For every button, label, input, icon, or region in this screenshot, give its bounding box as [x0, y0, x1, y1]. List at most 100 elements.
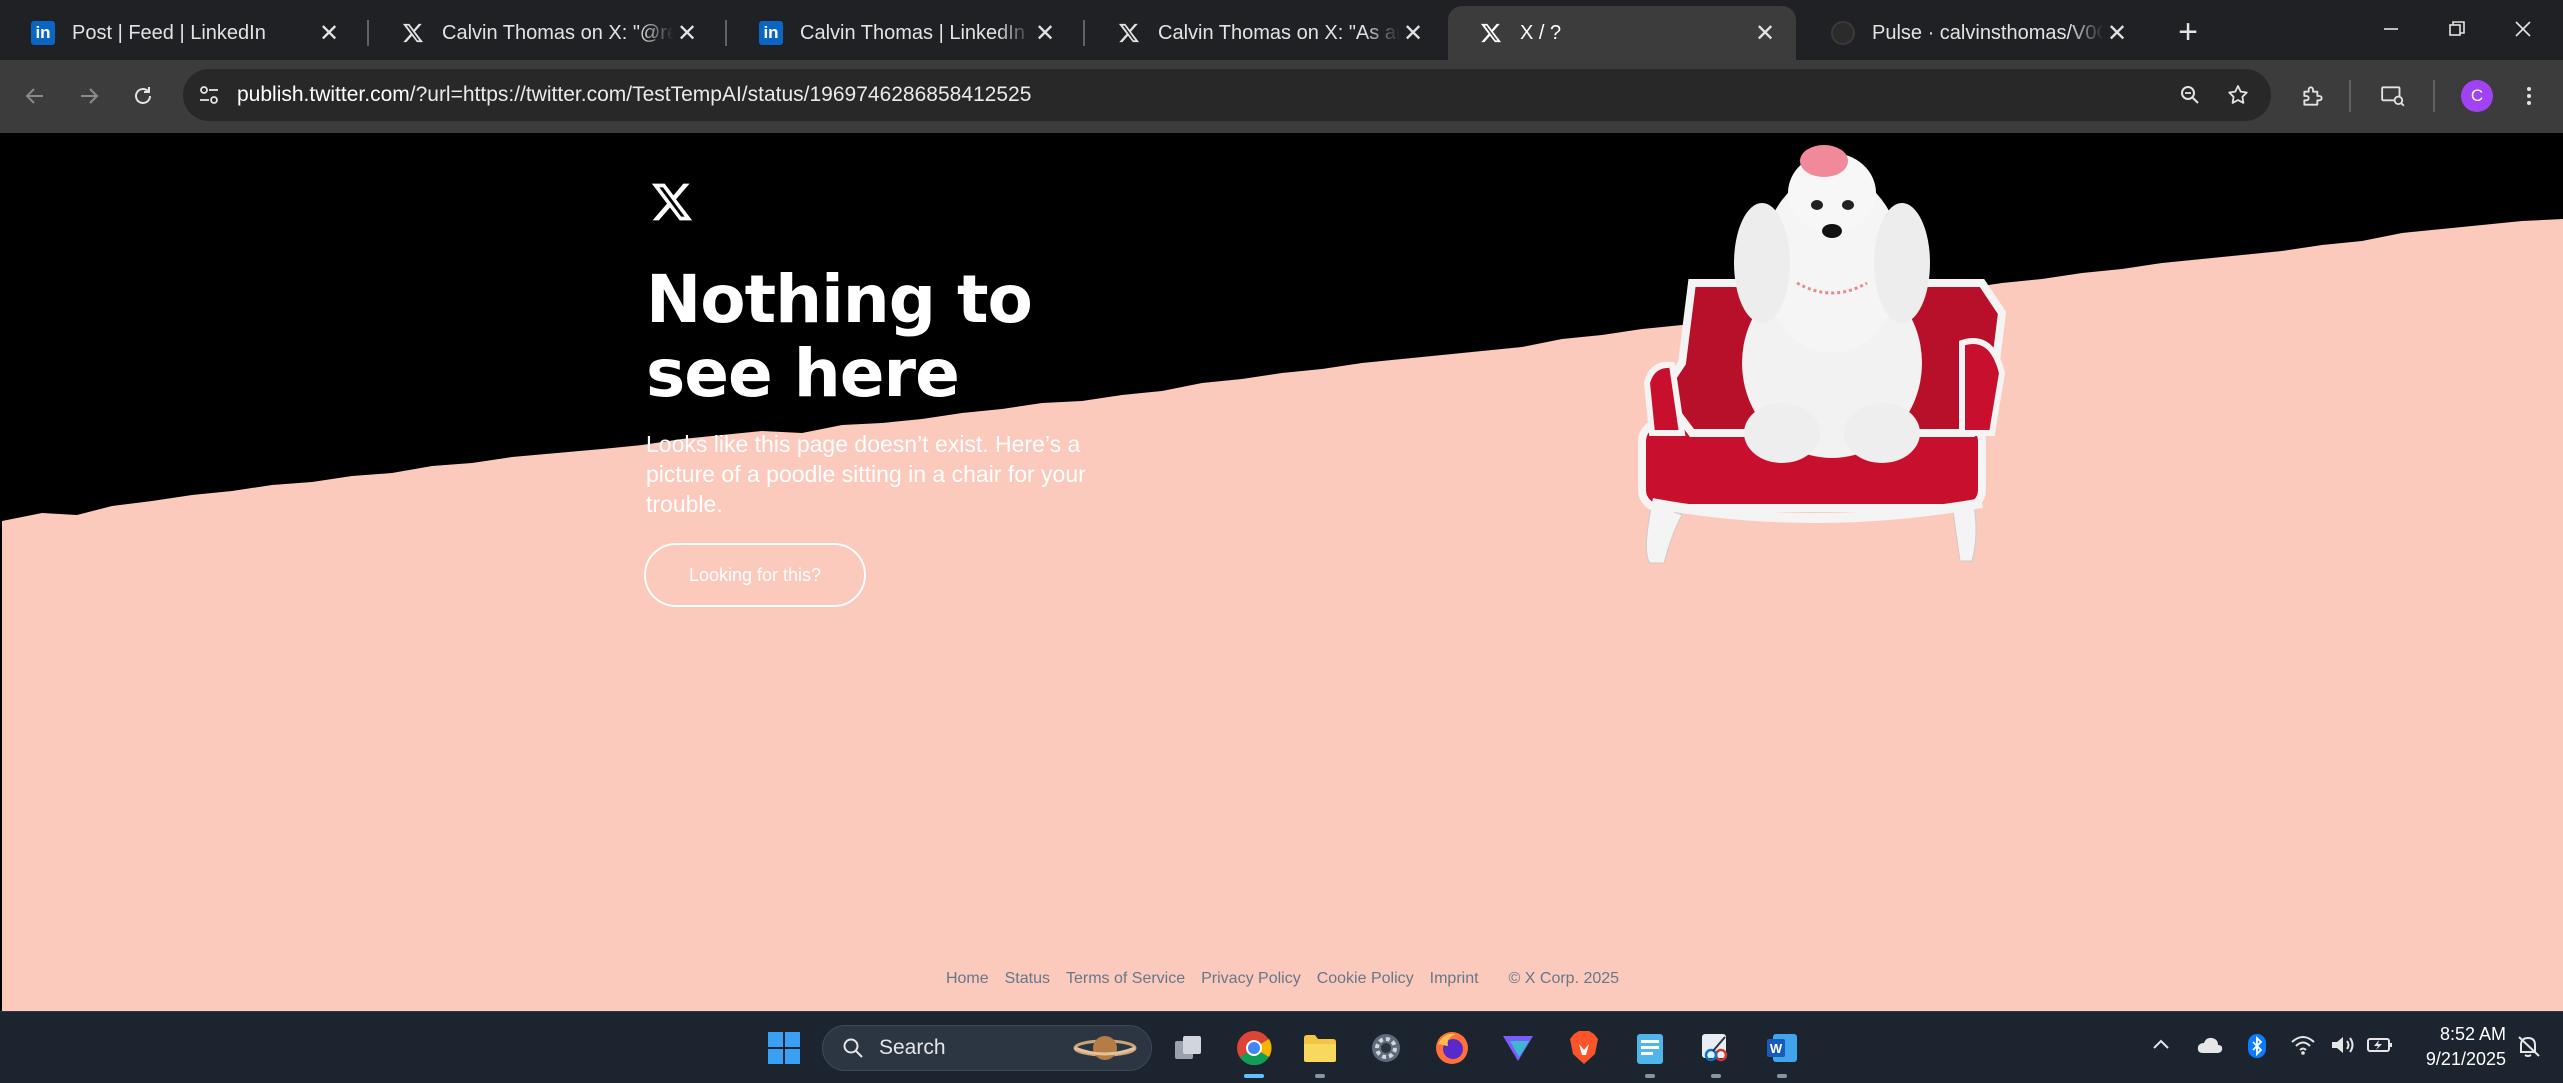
- back-button[interactable]: [13, 74, 57, 118]
- x-icon: [1116, 20, 1142, 46]
- footer-link-privacy[interactable]: Privacy Policy: [1201, 970, 1301, 988]
- tab-x-post-2[interactable]: Calvin Thomas on X: "As an aside ✕: [1086, 6, 1444, 60]
- minimize-icon: [2384, 28, 2398, 30]
- extensions-button[interactable]: [2291, 74, 2335, 118]
- file-explorer-button[interactable]: [1296, 1024, 1344, 1078]
- task-view-button[interactable]: [1164, 1024, 1212, 1072]
- clock[interactable]: 8:52 AM 9/21/2025: [2396, 1022, 2506, 1072]
- settings-button[interactable]: [1362, 1024, 1410, 1072]
- running-indicator: [1711, 1074, 1721, 1078]
- linkedin-icon: in: [758, 20, 784, 46]
- chevron-up-icon: [2153, 1039, 2169, 1049]
- tab-title: Calvin Thomas on X: "@reidhoffman: [442, 21, 674, 44]
- arrow-right-icon: [81, 88, 99, 104]
- close-icon[interactable]: ✕: [316, 20, 342, 47]
- close-icon: [2515, 21, 2531, 37]
- forward-button[interactable]: [67, 74, 111, 118]
- bookmark-button[interactable]: [2216, 73, 2260, 117]
- restore-button[interactable]: [2424, 0, 2490, 58]
- footer-copyright: © X Corp. 2025: [1508, 970, 1620, 987]
- minimize-button[interactable]: [2358, 0, 2424, 58]
- chrome-icon: [1237, 1031, 1272, 1066]
- tab-title: Calvin Thomas | LinkedIn: [800, 21, 1025, 44]
- tab-github-pulse[interactable]: Pulse · calvinsthomas/V0OSSMA ✕: [1800, 6, 2148, 60]
- close-icon[interactable]: ✕: [2104, 20, 2130, 47]
- media-search-button[interactable]: [2371, 74, 2415, 118]
- avatar: C: [2461, 80, 2493, 112]
- battery-button[interactable]: [2366, 1034, 2394, 1062]
- footer-link-terms[interactable]: Terms of Service: [1066, 970, 1185, 988]
- clock-date: 9/21/2025: [2425, 1049, 2506, 1069]
- close-icon[interactable]: ✕: [1032, 20, 1058, 47]
- notepad-button[interactable]: [1626, 1024, 1674, 1078]
- start-button[interactable]: [760, 1024, 808, 1072]
- page-content: Nothing to see here Looks like this page…: [2, 133, 2563, 1011]
- running-indicator: [1645, 1074, 1655, 1078]
- menu-button[interactable]: [2507, 74, 2551, 118]
- zoom-button[interactable]: [2168, 73, 2212, 117]
- looking-for-this-button[interactable]: Looking for this?: [644, 543, 866, 607]
- running-indicator: [1244, 1074, 1264, 1078]
- svg-text:W: W: [1770, 1041, 1783, 1056]
- footer-link-home[interactable]: Home: [946, 970, 989, 988]
- snipping-tool-button[interactable]: [1692, 1024, 1740, 1078]
- tab-separator: [367, 20, 369, 46]
- windows-start-icon: [768, 1032, 800, 1064]
- tune-icon: [200, 86, 218, 104]
- footer-link-status[interactable]: Status: [1005, 970, 1050, 988]
- battery-charging-icon: [2367, 1038, 2392, 1052]
- toolbar-divider: [2433, 80, 2435, 112]
- proton-vpn-button[interactable]: [1494, 1024, 1542, 1072]
- error-message: Looks like this page doesn’t exist. Here…: [646, 431, 1086, 517]
- restore-icon: [2449, 21, 2465, 36]
- close-window-button[interactable]: [2490, 0, 2556, 58]
- address-bar[interactable]: publish.twitter.com/?url=https://twitter…: [183, 69, 2271, 121]
- close-icon[interactable]: ✕: [1752, 20, 1778, 47]
- profile-button[interactable]: C: [2455, 74, 2499, 118]
- close-icon[interactable]: ✕: [674, 20, 700, 47]
- new-tab-button[interactable]: +: [2168, 12, 2208, 52]
- tab-linkedin-profile[interactable]: in Calvin Thomas | LinkedIn ✕: [728, 6, 1076, 60]
- taskbar-search[interactable]: Search: [822, 1025, 1152, 1071]
- saturn-icon: [1073, 1036, 1137, 1060]
- reload-button[interactable]: [121, 74, 165, 118]
- notifications-button[interactable]: [2516, 1034, 2542, 1064]
- firefox-icon: [1436, 1032, 1468, 1064]
- search-placeholder: Search: [879, 1036, 946, 1059]
- notification-bell-icon: [2518, 1036, 2540, 1057]
- tab-x-active[interactable]: X / ? ✕: [1448, 6, 1796, 60]
- firefox-button[interactable]: [1428, 1024, 1476, 1072]
- volume-button[interactable]: [2330, 1034, 2356, 1062]
- footer-link-imprint[interactable]: Imprint: [1430, 970, 1479, 988]
- task-view-icon: [1175, 1036, 1201, 1059]
- tab-title: Post | Feed | LinkedIn: [72, 21, 266, 44]
- bluetooth-icon: [2248, 1034, 2266, 1058]
- network-button[interactable]: [2290, 1034, 2316, 1062]
- tab-x-post-1[interactable]: Calvin Thomas on X: "@reidhoffman ✕: [370, 6, 718, 60]
- github-icon: [1830, 20, 1856, 46]
- file-explorer-icon: [1304, 1035, 1336, 1062]
- bluetooth-button[interactable]: [2246, 1034, 2268, 1064]
- url-text[interactable]: publish.twitter.com/?url=https://twitter…: [237, 69, 1031, 121]
- ground-illustration: [2, 219, 2563, 1011]
- show-hidden-icons-button[interactable]: [2150, 1034, 2172, 1062]
- reload-icon: [135, 87, 151, 104]
- puzzle-icon: [2303, 86, 2323, 106]
- brave-button[interactable]: [1560, 1024, 1608, 1072]
- close-icon[interactable]: ✕: [1400, 20, 1426, 47]
- wifi-icon: [2291, 1036, 2315, 1055]
- url-path: /?url=https://twitter.com/TestTempAI/sta…: [409, 83, 1032, 106]
- footer-link-cookie[interactable]: Cookie Policy: [1317, 970, 1414, 988]
- word-button[interactable]: W: [1758, 1024, 1806, 1078]
- tab-separator: [725, 20, 727, 46]
- tab-title: Calvin Thomas on X: "As an aside: [1158, 21, 1400, 44]
- chrome-taskbar-button[interactable]: [1230, 1024, 1278, 1078]
- onedrive-button[interactable]: [2196, 1034, 2224, 1062]
- page-title: Nothing to see here: [646, 261, 1033, 412]
- tab-linkedin-feed[interactable]: in Post | Feed | LinkedIn ✕: [0, 6, 360, 60]
- site-info-button[interactable]: [187, 73, 231, 117]
- running-indicator: [1315, 1074, 1325, 1078]
- x-logo-icon[interactable]: [650, 180, 694, 224]
- x-icon: [1478, 20, 1504, 46]
- notepad-icon: [1637, 1034, 1663, 1064]
